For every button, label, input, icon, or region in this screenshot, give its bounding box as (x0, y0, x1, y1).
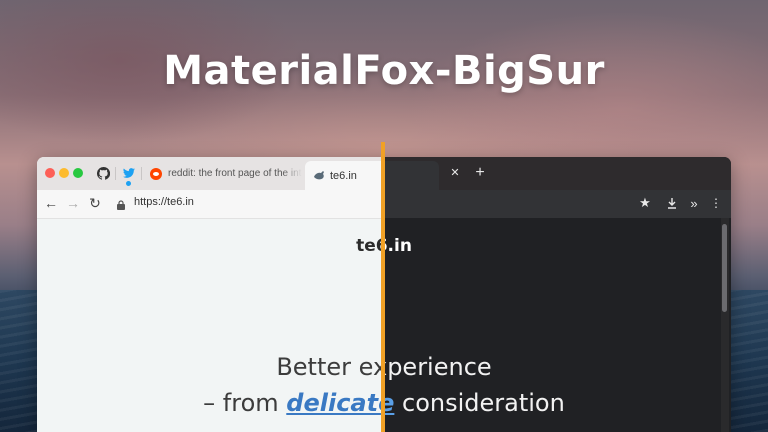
url-bar[interactable]: https://te6.in (134, 196, 194, 208)
kebab-menu-icon[interactable]: ⋮ (707, 194, 725, 212)
maximize-window-button[interactable] (73, 168, 83, 178)
tab-label: reddit: the front page of the inte (168, 168, 302, 179)
minimize-window-button[interactable] (59, 168, 69, 178)
forward-button[interactable]: → (63, 193, 83, 213)
unread-indicator (126, 181, 131, 186)
tab-bar-dark: ✕ + (383, 157, 731, 190)
reload-button[interactable]: ↻ (85, 193, 105, 213)
close-tab-button[interactable]: ✕ (447, 165, 463, 181)
close-window-button[interactable] (45, 168, 55, 178)
reddit-icon (150, 167, 162, 180)
download-icon[interactable] (663, 194, 681, 212)
page-content: te6.in Better experience – from delicate… (37, 218, 383, 432)
star-icon[interactable]: ★ (636, 194, 654, 212)
tab-reddit[interactable]: reddit: the front page of the inte (144, 157, 302, 190)
tagline-line-2-dark: – from delicate consideration (383, 389, 731, 417)
back-button[interactable]: ← (41, 193, 61, 213)
scrollbar-thumb[interactable] (722, 224, 727, 312)
page-content-dark: te6.in Better experience – from delicate… (383, 218, 731, 432)
new-tab-button[interactable]: + (471, 164, 489, 182)
tagline-line-2: – from delicate consideration (37, 389, 383, 417)
tab-te6[interactable]: te6.in (305, 161, 383, 190)
site-title: te6.in (356, 236, 383, 256)
delicate-link[interactable]: delicate (286, 389, 383, 417)
theme-compare-divider (381, 142, 385, 432)
scrollbar[interactable] (721, 218, 729, 432)
tagline-line-1-dark: Better experience (383, 353, 492, 381)
firefox-icon (313, 170, 325, 182)
dark-theme-half: ✕ + ★ » ⋮ te6.in Better experience – fro… (383, 157, 731, 432)
banner-title: MaterialFox-BigSur (163, 48, 605, 94)
tagline-prefix: – from (203, 389, 287, 417)
tab-separator (141, 167, 142, 180)
twitter-icon[interactable] (122, 166, 136, 180)
tab-te6-dark[interactable] (383, 161, 439, 190)
github-icon[interactable] (96, 166, 110, 180)
tagline-suffix: consideration (394, 389, 565, 417)
light-theme-half: reddit: the front page of the inte te6.i… (37, 157, 383, 432)
lock-icon[interactable] (117, 197, 125, 210)
tab-separator (115, 167, 116, 180)
tab-label: te6.in (330, 169, 357, 182)
more-tools-icon[interactable]: » (685, 194, 703, 212)
site-title-dark: te6.in (383, 236, 412, 256)
tagline-line-1: Better experience (276, 353, 383, 381)
tab-bar: reddit: the front page of the inte te6.i… (37, 157, 383, 190)
